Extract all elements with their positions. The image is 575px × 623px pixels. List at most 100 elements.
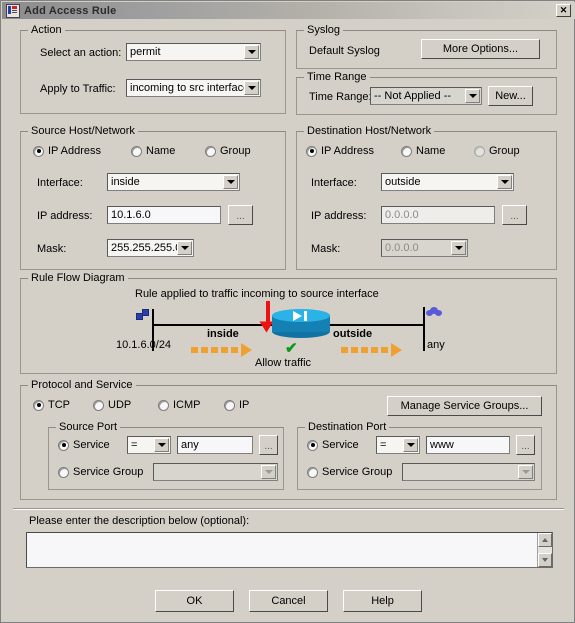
new-time-range-button[interactable]: New... xyxy=(488,86,533,106)
source-interface-label: Interface: xyxy=(37,177,83,189)
source-port-operator-dropdown[interactable]: = xyxy=(127,436,171,454)
select-action-label: Select an action: xyxy=(40,47,122,59)
protocol-radio-tcp[interactable]: TCP xyxy=(33,399,70,411)
allow-traffic-label: Allow traffic xyxy=(255,357,312,369)
source-port-value-input[interactable]: any xyxy=(177,436,253,454)
ok-button[interactable]: OK xyxy=(155,590,234,612)
source-interface-value: inside xyxy=(111,176,140,188)
source-network-label: 10.1.6.0/24 xyxy=(116,339,172,351)
source-ip-label: IP address: xyxy=(37,210,93,222)
select-action-value: permit xyxy=(130,46,161,58)
description-textarea[interactable] xyxy=(26,532,553,568)
protocol-radio-udp[interactable]: UDP xyxy=(93,399,131,411)
chevron-down-icon[interactable] xyxy=(177,241,192,255)
chevron-down-icon[interactable] xyxy=(223,175,238,189)
time-range-dropdown[interactable]: -- Not Applied -- xyxy=(370,87,482,105)
chevron-down-icon[interactable] xyxy=(497,175,512,189)
description-label: Please enter the description below (opti… xyxy=(29,515,250,527)
protocol-radio-ip[interactable]: IP xyxy=(224,399,249,411)
radio-dot-icon xyxy=(33,399,44,411)
destination-port-browse-button[interactable]: ... xyxy=(516,435,535,455)
chevron-down-icon[interactable] xyxy=(451,241,466,255)
default-syslog-label: Default Syslog xyxy=(309,45,380,57)
destination-radio-name[interactable]: Name xyxy=(401,145,445,157)
chevron-down-icon[interactable] xyxy=(244,45,259,59)
close-icon[interactable]: ✕ xyxy=(556,4,571,17)
description-scrollbar[interactable] xyxy=(537,533,552,567)
radio-dot-icon xyxy=(474,145,485,157)
radio-label: UDP xyxy=(108,399,132,411)
title-bar: Add Access Rule ✕ xyxy=(2,2,575,19)
destination-ip-browse-button[interactable]: ... xyxy=(502,205,527,225)
radio-dot-icon xyxy=(307,466,318,478)
source-host-network-group: Source Host/Network IP Address Name Grou… xyxy=(20,125,286,270)
destination-radio-group[interactable]: Group xyxy=(474,145,520,157)
select-action-dropdown[interactable]: permit xyxy=(126,43,261,61)
chevron-down-icon[interactable] xyxy=(518,465,533,479)
destination-interface-label: Interface: xyxy=(311,177,357,189)
network-host-icon xyxy=(136,309,149,321)
syslog-group: Syslog Default Syslog More Options... xyxy=(296,24,557,69)
source-radio-name[interactable]: Name xyxy=(131,145,175,157)
source-interface-dropdown[interactable]: inside xyxy=(107,173,240,191)
rule-flow-diagram-group: Rule Flow Diagram Rule applied to traffi… xyxy=(20,272,557,374)
add-access-rule-dialog: Add Access Rule ✕ Action Select an actio… xyxy=(0,0,575,623)
chevron-down-icon[interactable] xyxy=(261,465,276,479)
source-port-legend: Source Port xyxy=(56,421,121,433)
chevron-down-icon[interactable] xyxy=(244,81,259,95)
source-port-browse-button[interactable]: ... xyxy=(259,435,278,455)
source-port-radio-service-group[interactable]: Service Group xyxy=(58,466,143,478)
destination-port-radio-service-group[interactable]: Service Group xyxy=(307,466,392,478)
source-port-operator-value: = xyxy=(131,439,138,451)
radio-dot-icon xyxy=(33,145,44,157)
destination-service-group-dropdown[interactable] xyxy=(402,463,535,481)
radio-label: Name xyxy=(146,145,176,157)
destination-radio-ip-address[interactable]: IP Address xyxy=(306,145,374,157)
action-group: Action Select an action: permit Apply to… xyxy=(20,24,286,114)
radio-dot-icon xyxy=(306,145,317,157)
destination-port-operator-dropdown[interactable]: = xyxy=(376,436,420,454)
destination-host-network-group: Destination Host/Network IP Address Name… xyxy=(296,125,557,270)
syslog-group-legend: Syslog xyxy=(304,24,344,36)
source-service-group-dropdown[interactable] xyxy=(153,463,278,481)
scroll-down-button[interactable] xyxy=(538,553,552,567)
destination-ip-label: IP address: xyxy=(311,210,367,222)
outside-link-line xyxy=(329,324,424,326)
manage-service-groups-button[interactable]: Manage Service Groups... xyxy=(387,396,542,416)
radio-dot-icon xyxy=(131,145,142,157)
radio-dot-icon xyxy=(205,145,216,157)
radio-label: Group xyxy=(489,145,520,157)
scroll-up-button[interactable] xyxy=(538,533,552,547)
destination-port-group: Destination Port Service = www ... Servi… xyxy=(297,421,542,490)
help-button[interactable]: Help xyxy=(343,590,422,612)
apply-traffic-dropdown[interactable]: incoming to src interface xyxy=(126,79,261,97)
source-mask-dropdown[interactable]: 255.255.255.0 xyxy=(107,239,194,257)
rule-flow-diagram: Rule applied to traffic incoming to sour… xyxy=(21,279,556,373)
rule-flow-caption: Rule applied to traffic incoming to sour… xyxy=(135,288,379,300)
destination-port-radio-service[interactable]: Service xyxy=(307,439,359,451)
source-radio-group[interactable]: Group xyxy=(205,145,251,157)
chevron-down-icon[interactable] xyxy=(154,438,169,452)
radio-label: IP xyxy=(239,399,250,411)
source-ip-browse-button[interactable]: ... xyxy=(228,205,253,225)
inside-traffic-arrow-icon xyxy=(191,343,252,357)
source-ip-input[interactable]: 10.1.6.0 xyxy=(107,206,221,224)
destination-host-legend: Destination Host/Network xyxy=(304,125,435,137)
destination-mask-label: Mask: xyxy=(311,243,341,255)
source-port-radio-service[interactable]: Service xyxy=(58,439,110,451)
radio-label: Service xyxy=(322,439,359,451)
description-separator-highlight xyxy=(13,509,564,510)
inside-link-line xyxy=(154,324,272,326)
chevron-down-icon[interactable] xyxy=(403,438,418,452)
access-rule-icon xyxy=(6,3,20,18)
radio-label: Group xyxy=(220,145,251,157)
destination-ip-input[interactable]: 0.0.0.0 xyxy=(381,206,495,224)
destination-port-value-input[interactable]: www xyxy=(426,436,510,454)
source-radio-ip-address[interactable]: IP Address xyxy=(33,145,101,157)
cancel-button[interactable]: Cancel xyxy=(249,590,328,612)
protocol-radio-icmp[interactable]: ICMP xyxy=(158,399,201,411)
chevron-down-icon[interactable] xyxy=(465,89,480,103)
more-options-button[interactable]: More Options... xyxy=(421,39,540,59)
destination-mask-dropdown[interactable]: 0.0.0.0 xyxy=(381,239,468,257)
destination-interface-dropdown[interactable]: outside xyxy=(381,173,514,191)
